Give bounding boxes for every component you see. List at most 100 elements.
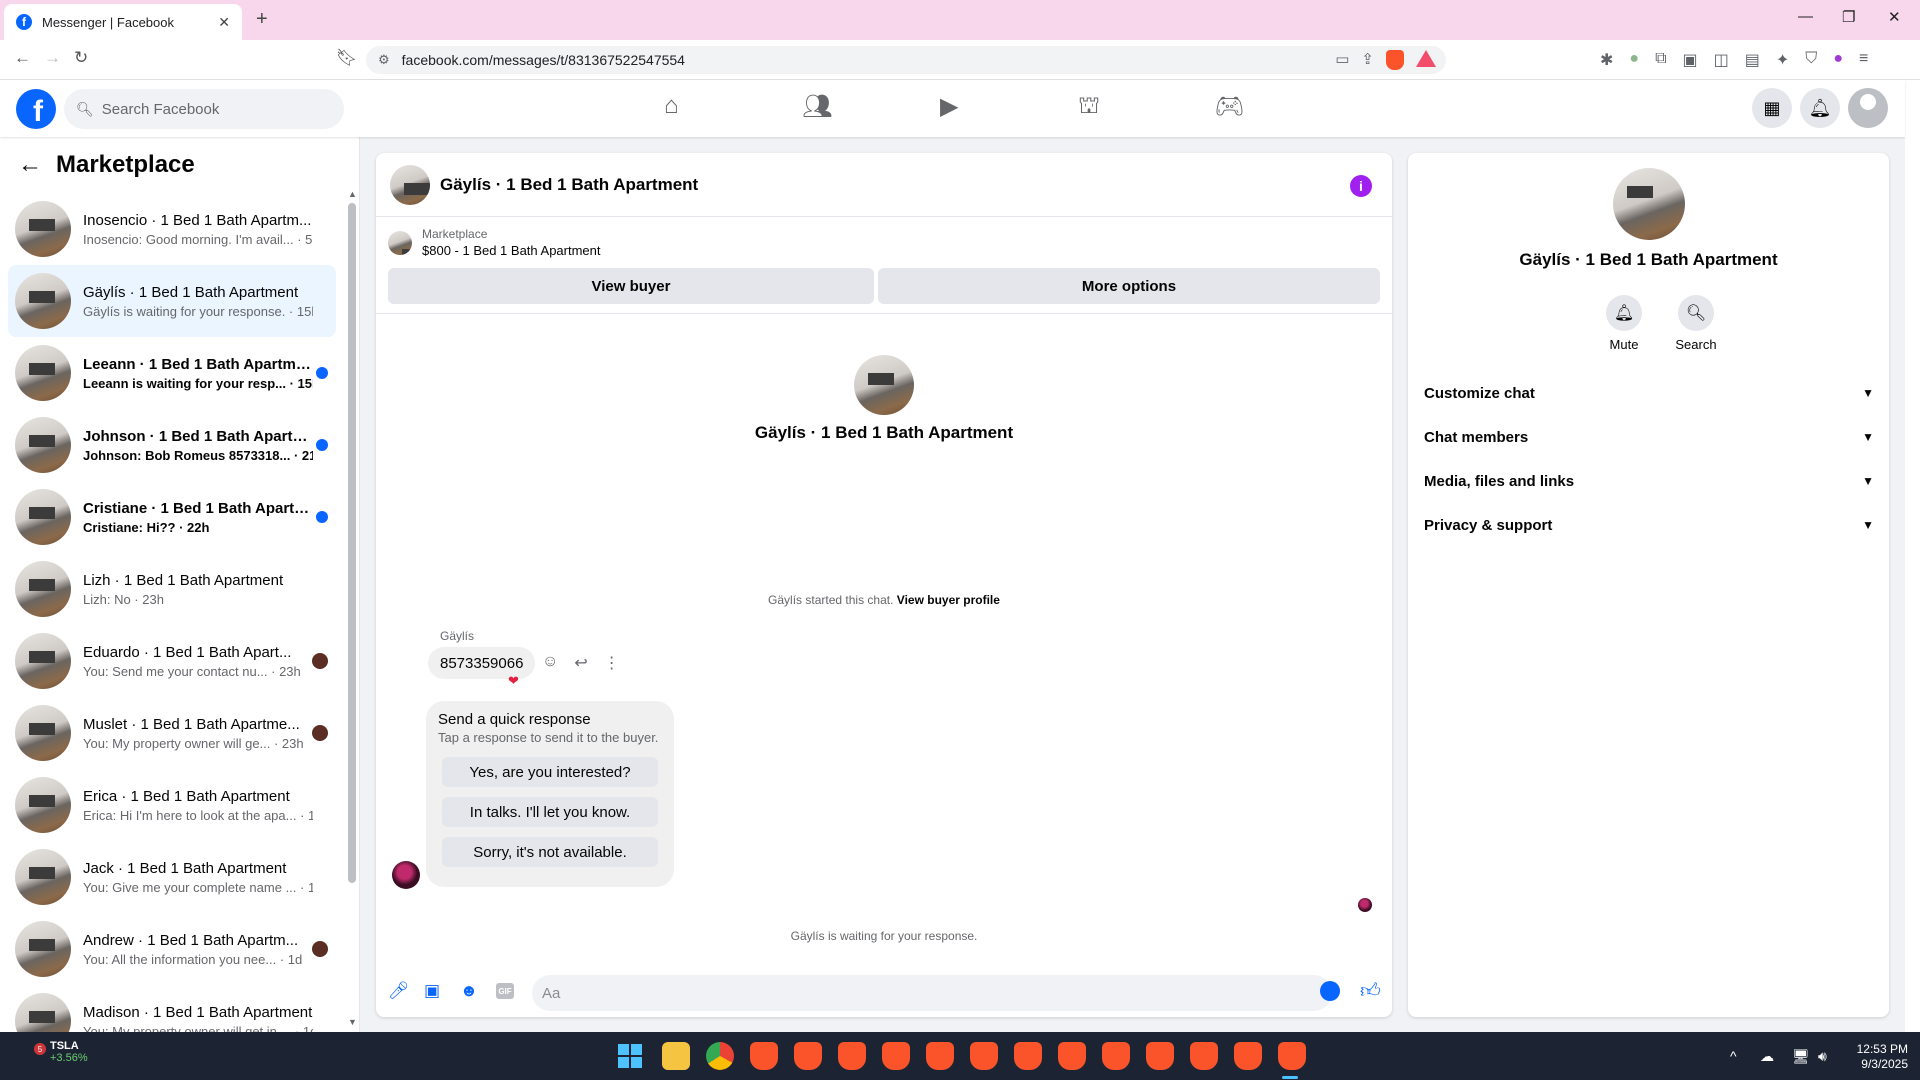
- gaming-icon[interactable]: 🎮︎: [1214, 92, 1244, 121]
- profile-icon[interactable]: ●: [1833, 50, 1843, 70]
- wallet-icon[interactable]: ▤: [1745, 50, 1760, 70]
- close-window-icon[interactable]: ✕: [1888, 8, 1901, 26]
- brave-browser-icon[interactable]: [1234, 1042, 1262, 1070]
- extension-circle-icon[interactable]: ●: [1629, 50, 1639, 70]
- leo-ai-icon[interactable]: ✦: [1776, 50, 1789, 70]
- sidebar-scrollbar[interactable]: [348, 203, 356, 883]
- back-arrow-icon[interactable]: ←: [18, 151, 42, 179]
- sticker-icon[interactable]: ☻: [460, 981, 478, 1001]
- puzzle-icon[interactable]: ⧉: [1655, 50, 1666, 70]
- cast-icon[interactable]: ▭: [1335, 50, 1349, 70]
- view-buyer-button[interactable]: View buyer: [388, 268, 874, 304]
- home-icon[interactable]: ⌂: [664, 92, 679, 120]
- network-icon[interactable]: 🖥︎: [1792, 1048, 1810, 1065]
- conversation-item[interactable]: Erica · 1 Bed 1 Bath Apartment Erica: Hi …: [8, 769, 336, 841]
- listing-summary[interactable]: Marketplace $800 - 1 Bed 1 Bath Apartmen…: [388, 227, 601, 258]
- media-files-links-row[interactable]: Media, files and links ▼: [1424, 459, 1874, 503]
- conversation-item[interactable]: Leeann · 1 Bed 1 Bath Apartment Leeann is…: [8, 337, 336, 409]
- system-clock[interactable]: 12:53 PM 9/3/2025: [1848, 1042, 1908, 1072]
- brave-browser-icon[interactable]: [1278, 1042, 1306, 1070]
- view-buyer-profile-link[interactable]: View buyer profile: [897, 593, 1000, 607]
- brave-browser-icon[interactable]: [1102, 1042, 1130, 1070]
- emoji-icon[interactable]: [1320, 981, 1340, 1001]
- quick-reply-button[interactable]: Sorry, it's not available.: [442, 837, 658, 867]
- conversation-item[interactable]: Jack · 1 Bed 1 Bath Apartment You: Give m…: [8, 841, 336, 913]
- file-explorer-icon[interactable]: [662, 1042, 690, 1070]
- brave-shields-icon[interactable]: [1386, 50, 1404, 70]
- brave-browser-icon[interactable]: [750, 1042, 778, 1070]
- vpn-icon[interactable]: ⛉: [1805, 50, 1817, 70]
- back-icon[interactable]: ←: [14, 48, 31, 68]
- chat-members-row[interactable]: Chat members ▼: [1424, 415, 1874, 459]
- chrome-icon[interactable]: [706, 1042, 734, 1070]
- quick-reply-button[interactable]: Yes, are you interested?: [442, 757, 658, 787]
- url-bar[interactable]: ⚙ facebook.com/messages/t/83136752254755…: [366, 46, 1446, 74]
- brave-browser-icon[interactable]: [1190, 1042, 1218, 1070]
- new-tab-icon[interactable]: +: [256, 8, 268, 31]
- brave-browser-icon[interactable]: [1014, 1042, 1042, 1070]
- conversation-item[interactable]: Madison · 1 Bed 1 Bath Apartment You: My …: [8, 985, 336, 1032]
- facebook-logo-icon[interactable]: f: [16, 89, 56, 129]
- microphone-icon[interactable]: 🎤︎: [388, 981, 410, 1001]
- brave-rewards-icon[interactable]: [1416, 50, 1436, 67]
- search-in-chat-button[interactable]: 🔍︎ Search: [1666, 295, 1726, 352]
- brave-browser-icon[interactable]: [926, 1042, 954, 1070]
- reload-icon[interactable]: ↻: [74, 48, 88, 68]
- photo-icon[interactable]: ▣: [424, 981, 440, 1001]
- message-input[interactable]: Aa: [532, 975, 1332, 1011]
- site-info-icon[interactable]: ⚙: [378, 52, 390, 68]
- reply-icon[interactable]: ↩: [574, 653, 587, 673]
- conversation-item[interactable]: Johnson · 1 Bed 1 Bath Apartm... Johnson:…: [8, 409, 336, 481]
- account-avatar[interactable]: [1848, 88, 1888, 128]
- onedrive-icon[interactable]: ☁: [1760, 1048, 1774, 1065]
- brave-browser-icon[interactable]: [794, 1042, 822, 1070]
- react-emoji-icon[interactable]: ☺: [542, 653, 558, 673]
- close-tab-icon[interactable]: ✕: [218, 14, 230, 31]
- conversation-item[interactable]: Andrew · 1 Bed 1 Bath Apartm... You: All …: [8, 913, 336, 985]
- conversation-item[interactable]: Lizh · 1 Bed 1 Bath Apartment Lizh: No · …: [8, 553, 336, 625]
- brave-browser-icon[interactable]: [1146, 1042, 1174, 1070]
- more-dots-icon[interactable]: ⋮: [604, 653, 620, 673]
- conversation-item[interactable]: Inosencio · 1 Bed 1 Bath Apartm... Inosen…: [8, 193, 336, 265]
- volume-icon[interactable]: 🔊︎: [1818, 1048, 1827, 1065]
- brave-browser-icon[interactable]: [970, 1042, 998, 1070]
- customize-chat-row[interactable]: Customize chat ▼: [1424, 371, 1874, 415]
- extension-icon[interactable]: ✱: [1600, 50, 1613, 70]
- more-options-button[interactable]: More options: [878, 268, 1380, 304]
- conversation-item[interactable]: Muslet · 1 Bed 1 Bath Apartme... You: My …: [8, 697, 336, 769]
- minimize-icon[interactable]: —: [1798, 8, 1813, 25]
- brave-browser-icon[interactable]: [882, 1042, 910, 1070]
- notifications-bell-icon[interactable]: 🔔︎: [1800, 88, 1840, 128]
- gif-icon[interactable]: GIF: [496, 983, 514, 999]
- bookmark-icon[interactable]: 🔖︎: [336, 48, 358, 68]
- conversation-item[interactable]: Eduardo · 1 Bed 1 Bath Apart... You: Send…: [8, 625, 336, 697]
- message-bubble[interactable]: 8573359066: [428, 647, 536, 679]
- privacy-support-row[interactable]: Privacy & support ▼: [1424, 503, 1874, 547]
- show-hidden-icons-icon[interactable]: ^: [1730, 1048, 1737, 1064]
- stock-widget[interactable]: 5 TSLA +3.56%: [20, 1040, 88, 1064]
- restore-icon[interactable]: ❐: [1842, 8, 1855, 26]
- tab-search-icon[interactable]: ▣: [1683, 50, 1698, 70]
- scroll-up-icon[interactable]: ▲: [348, 189, 357, 199]
- sidebar-toggle-icon[interactable]: ◫: [1714, 50, 1729, 70]
- conversation-item[interactable]: Cristiane · 1 Bed 1 Bath Apartm... Cristi…: [8, 481, 336, 553]
- forward-icon[interactable]: →: [44, 48, 61, 68]
- marketplace-icon[interactable]: ⛫: [1078, 92, 1100, 122]
- windows-start-icon[interactable]: [618, 1044, 642, 1068]
- brave-browser-icon[interactable]: [1058, 1042, 1086, 1070]
- thumbs-up-icon[interactable]: 👍︎: [1360, 979, 1381, 1003]
- conversation-item[interactable]: Gäylís · 1 Bed 1 Bath Apartment Gäylís is…: [8, 265, 336, 337]
- quick-reply-button[interactable]: In talks. I'll let you know.: [442, 797, 658, 827]
- brave-browser-icon[interactable]: [838, 1042, 866, 1070]
- mute-button[interactable]: 🔔︎ Mute: [1594, 295, 1654, 352]
- friends-icon[interactable]: 👥︎: [802, 92, 832, 121]
- menu-icon[interactable]: ≡: [1859, 50, 1868, 70]
- search-facebook-input[interactable]: 🔍︎ Search Facebook: [64, 89, 344, 129]
- browser-tab[interactable]: f Messenger | Facebook ✕: [4, 4, 242, 40]
- menu-grid-icon[interactable]: ▦: [1752, 88, 1792, 128]
- video-icon[interactable]: ▶: [940, 92, 958, 121]
- chat-header[interactable]: Gäylís · 1 Bed 1 Bath Apartment: [376, 153, 1392, 217]
- info-icon[interactable]: i: [1350, 175, 1372, 197]
- share-icon[interactable]: ⇪: [1361, 50, 1374, 70]
- heart-reaction-icon[interactable]: ❤: [508, 673, 519, 689]
